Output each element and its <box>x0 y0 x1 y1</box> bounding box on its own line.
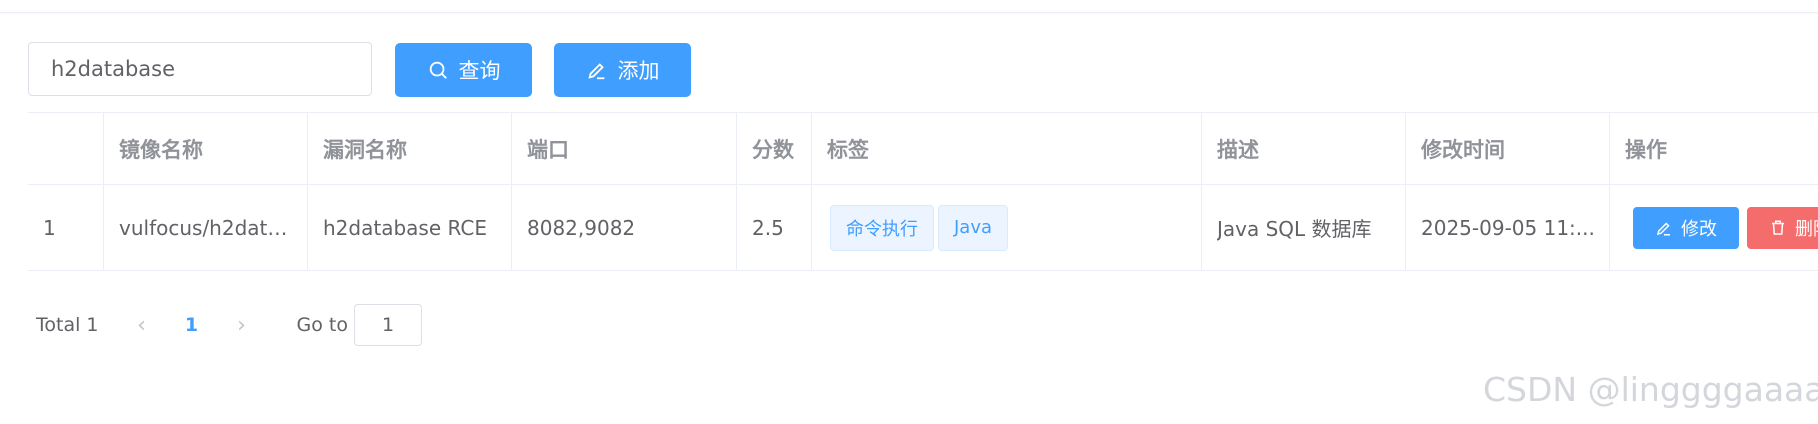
search-input[interactable] <box>28 42 372 96</box>
header-index <box>28 113 104 184</box>
cell-description: Java SQL 数据库 <box>1202 185 1406 270</box>
vuln-name-text: h2database RCE <box>323 215 487 240</box>
header-vuln-name: 漏洞名称 <box>308 113 512 184</box>
watermark: CSDN @linggggaaaa <box>1483 370 1818 409</box>
cell-actions: 修改 删除 <box>1610 185 1818 270</box>
header-actions: 操作 <box>1625 137 1667 162</box>
pagination-total: Total 1 <box>36 314 99 336</box>
page-number-current[interactable]: 1 <box>157 314 227 336</box>
edit-icon <box>587 63 604 80</box>
image-name-text: vulfocus/h2database <box>119 215 307 240</box>
goto-label: Go to <box>296 314 348 336</box>
edit-button-label: 修改 <box>1681 218 1717 240</box>
cell-score: 2.5 <box>737 185 812 270</box>
search-icon <box>429 61 447 79</box>
cell-port: 8082,9082 <box>512 185 737 270</box>
modified-time-text: 2025-09-05 11:... <box>1421 215 1595 240</box>
cell-index: 1 <box>28 185 104 270</box>
trash-icon <box>1772 220 1784 235</box>
delete-button[interactable]: 删除 <box>1747 206 1818 249</box>
tag-java: Java <box>938 204 1009 251</box>
tag-command-exec: 命令执行 <box>830 204 934 251</box>
pagination: Total 1 ‹ 1 › Go to <box>36 304 422 346</box>
edit-icon <box>1656 221 1670 235</box>
table-row: 1 vulfocus/h2database h2database RCE 808… <box>28 185 1818 270</box>
edit-button[interactable]: 修改 <box>1633 206 1739 249</box>
cell-vuln-name: h2database RCE <box>308 185 512 270</box>
table-header-row: 镜像名称 漏洞名称 端口 分数 标签 描述 修改时间 操作 <box>28 113 1818 185</box>
top-divider <box>0 0 1818 13</box>
header-tags: 标签 <box>812 113 1202 184</box>
header-description: 描述 <box>1202 113 1406 184</box>
cell-modified-time: 2025-09-05 11:... <box>1406 185 1610 270</box>
header-modified-time: 修改时间 <box>1406 113 1610 184</box>
delete-button-label: 删除 <box>1795 218 1818 240</box>
search-button[interactable]: 查询 <box>395 43 532 97</box>
header-image-name: 镜像名称 <box>104 113 308 184</box>
vulnerability-table: 镜像名称 漏洞名称 端口 分数 标签 描述 修改时间 操作 1 vulfocus… <box>28 112 1818 271</box>
description-text: Java SQL 数据库 <box>1217 217 1372 241</box>
search-button-label: 查询 <box>458 59 501 83</box>
header-score: 分数 <box>737 113 812 184</box>
add-button-label: 添加 <box>617 59 660 83</box>
cell-image-name: vulfocus/h2database <box>104 185 308 270</box>
cell-tags: 命令执行 Java <box>812 185 1202 270</box>
prev-page-icon[interactable]: ‹ <box>127 313 157 338</box>
add-button[interactable]: 添加 <box>554 43 691 97</box>
header-port: 端口 <box>512 113 737 184</box>
goto-page-input[interactable] <box>353 304 422 346</box>
next-page-icon[interactable]: › <box>227 313 257 338</box>
